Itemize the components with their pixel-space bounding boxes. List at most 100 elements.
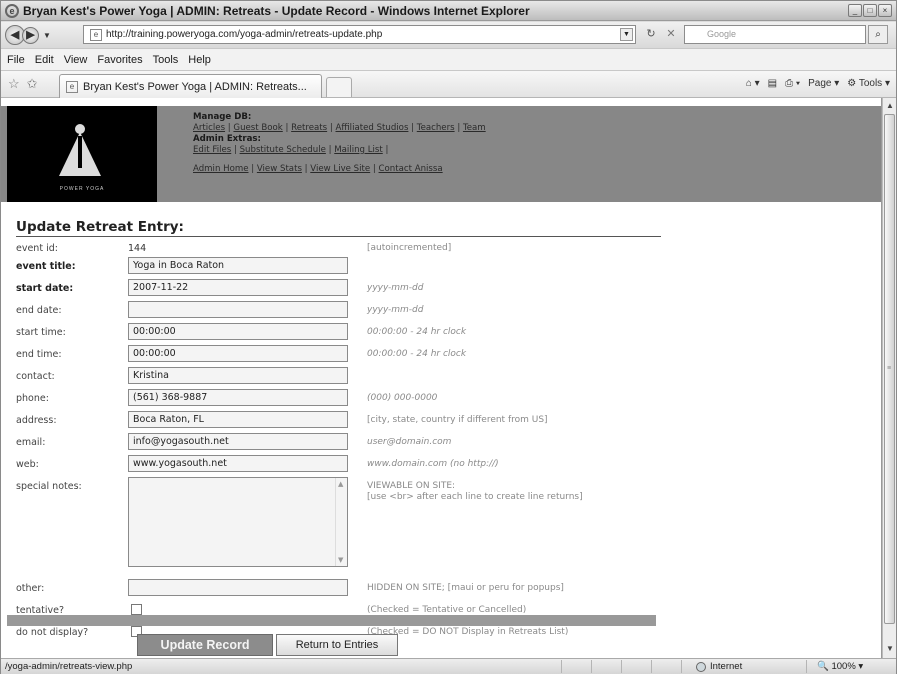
logo-tagline: POWER YOGA [59, 186, 105, 192]
hint-special-notes-2: [use <br> after each line to create line… [367, 492, 583, 502]
hint-event-id: [autoincremented] [367, 243, 452, 253]
page-menu[interactable]: Page ▾ [808, 78, 839, 89]
tools-menu[interactable]: ⚙ Tools ▾ [847, 78, 890, 89]
menu-help[interactable]: Help [188, 54, 211, 66]
maximize-button[interactable]: □ [863, 4, 877, 17]
command-bar: ⌂ ▾ ▤ ⎙ ▾ Page ▾ ⚙ Tools ▾ [746, 78, 890, 89]
hint-start-time: 00:00:00 - 24 hr clock [367, 327, 467, 337]
page-viewport: POWER YOGA Manage DB: Articles | Guest B… [1, 98, 882, 658]
manage-db-links: Articles | Guest Book | Retreats | Affil… [193, 123, 486, 133]
link-view-stats[interactable]: View Stats [257, 164, 302, 174]
search-input[interactable]: Google [684, 25, 866, 44]
start-date-field[interactable]: 2007-11-22 [128, 279, 348, 296]
zoom-label: 100% [831, 661, 856, 672]
security-zone[interactable]: Internet [696, 661, 742, 672]
scroll-grip-icon: ≡ [887, 365, 892, 372]
hint-end-time: 00:00:00 - 24 hr clock [367, 349, 467, 359]
hint-special-notes-1: VIEWABLE ON SITE: [367, 481, 456, 491]
special-notes-textarea[interactable]: ▲ ▼ [128, 477, 348, 567]
new-tab-button[interactable] [326, 77, 352, 97]
zoom-control[interactable]: 🔍 100% ▾ [817, 661, 863, 672]
row-end-time: end time: 00:00:00 00:00:00 - 24 hr cloc… [16, 344, 661, 364]
page-scrollbar[interactable]: ▲ ≡ ▼ [882, 98, 896, 658]
update-record-button[interactable]: Update Record [137, 634, 273, 656]
link-substitute-schedule[interactable]: Substitute Schedule [240, 145, 326, 155]
link-guest-book[interactable]: Guest Book [233, 123, 282, 133]
event-title-field[interactable]: Yoga in Boca Raton [128, 257, 348, 274]
link-articles[interactable]: Articles [193, 123, 225, 133]
label-email: email: [16, 437, 46, 448]
browser-window: e Bryan Kest's Power Yoga | ADMIN: Retre… [0, 0, 897, 674]
address-field[interactable]: Boca Raton, FL [128, 411, 348, 428]
link-contact-anissa[interactable]: Contact Anissa [379, 164, 443, 174]
menu-view[interactable]: View [64, 54, 88, 66]
page-menu-label: Page [808, 78, 832, 89]
textarea-scrollbar[interactable]: ▲ ▼ [335, 478, 347, 566]
link-affiliated-studios[interactable]: Affiliated Studios [336, 123, 409, 133]
logo-head [75, 124, 85, 134]
menu-file[interactable]: File [7, 54, 25, 66]
stop-icon[interactable]: ✕ [662, 26, 680, 43]
email-field[interactable]: info@yogasouth.net [128, 433, 348, 450]
menu-favorites[interactable]: Favorites [97, 54, 142, 66]
return-to-entries-button[interactable]: Return to Entries [276, 634, 398, 656]
end-date-field[interactable] [128, 301, 348, 318]
label-end-date: end date: [16, 305, 62, 316]
scroll-up-icon[interactable]: ▲ [884, 99, 896, 113]
link-mailing-list[interactable]: Mailing List [334, 145, 383, 155]
form-title: Update Retreat Entry: [16, 219, 184, 235]
feeds-icon[interactable]: ▤ [768, 78, 777, 89]
history-dropdown-icon[interactable]: ▼ [43, 31, 51, 40]
power-yoga-logo: POWER YOGA [7, 106, 157, 202]
tentative-checkbox[interactable] [131, 604, 142, 615]
link-teachers[interactable]: Teachers [417, 123, 455, 133]
start-time-field[interactable]: 00:00:00 [128, 323, 348, 340]
contact-field[interactable]: Kristina [128, 367, 348, 384]
link-team[interactable]: Team [463, 123, 486, 133]
minimize-button[interactable]: _ [848, 4, 862, 17]
tab-current[interactable]: e Bryan Kest's Power Yoga | ADMIN: Retre… [59, 74, 322, 98]
link-view-live-site[interactable]: View Live Site [310, 164, 370, 174]
menu-edit[interactable]: Edit [35, 54, 54, 66]
scroll-thumb[interactable]: ≡ [884, 114, 895, 624]
admin-bottom-links: Admin Home | View Stats | View Live Site… [193, 164, 443, 174]
textarea-scroll-down-icon[interactable]: ▼ [338, 556, 343, 564]
address-url[interactable]: http://training.poweryoga.com/yoga-admin… [106, 29, 382, 40]
link-retreats[interactable]: Retreats [291, 123, 327, 133]
hint-tentative: (Checked = Tentative or Cancelled) [367, 605, 527, 615]
forward-button[interactable]: ▶ [22, 26, 39, 44]
textarea-scroll-up-icon[interactable]: ▲ [338, 480, 343, 488]
hint-web: www.domain.com (no http://) [367, 459, 499, 469]
row-contact: contact: Kristina [16, 366, 661, 386]
row-start-date: start date: 2007-11-22 yyyy-mm-dd [16, 278, 661, 298]
admin-extras-links: Edit Files | Substitute Schedule | Maili… [193, 145, 389, 155]
end-time-field[interactable]: 00:00:00 [128, 345, 348, 362]
row-event-title: event title: Yoga in Boca Raton [16, 256, 661, 276]
label-phone: phone: [16, 393, 49, 404]
web-field[interactable]: www.yogasouth.net [128, 455, 348, 472]
link-admin-home[interactable]: Admin Home [193, 164, 249, 174]
address-bar[interactable]: e http://training.poweryoga.com/yoga-adm… [83, 25, 636, 44]
close-button[interactable]: × [878, 4, 892, 17]
row-buttons: Update Record Return to Entries [16, 634, 661, 658]
search-icon[interactable]: ⌕ [868, 25, 888, 44]
admin-header: POWER YOGA Manage DB: Articles | Guest B… [1, 106, 881, 202]
scroll-down-icon[interactable]: ▼ [884, 642, 896, 656]
menu-tools[interactable]: Tools [153, 54, 179, 66]
link-edit-files[interactable]: Edit Files [193, 145, 231, 155]
refresh-icon[interactable]: ↻ [642, 26, 660, 43]
home-icon[interactable]: ⌂ ▾ [746, 78, 760, 89]
print-icon[interactable]: ⎙ ▾ [785, 78, 800, 89]
title-bar: e Bryan Kest's Power Yoga | ADMIN: Retre… [1, 1, 896, 21]
label-special-notes: special notes: [16, 481, 82, 492]
phone-field[interactable]: (561) 368-9887 [128, 389, 348, 406]
address-row: ◀ ▶ ▼ e http://training.poweryoga.com/yo… [1, 22, 896, 48]
form-divider [16, 236, 661, 237]
globe-icon [696, 661, 706, 672]
favorites-star-icon[interactable]: ☆ [8, 76, 20, 92]
tab-page-icon: e [66, 80, 78, 93]
address-dropdown-icon[interactable]: ▼ [620, 28, 633, 41]
hint-start-date: yyyy-mm-dd [367, 283, 424, 293]
add-favorites-icon[interactable]: ✩ [27, 76, 38, 92]
other-field[interactable] [128, 579, 348, 596]
